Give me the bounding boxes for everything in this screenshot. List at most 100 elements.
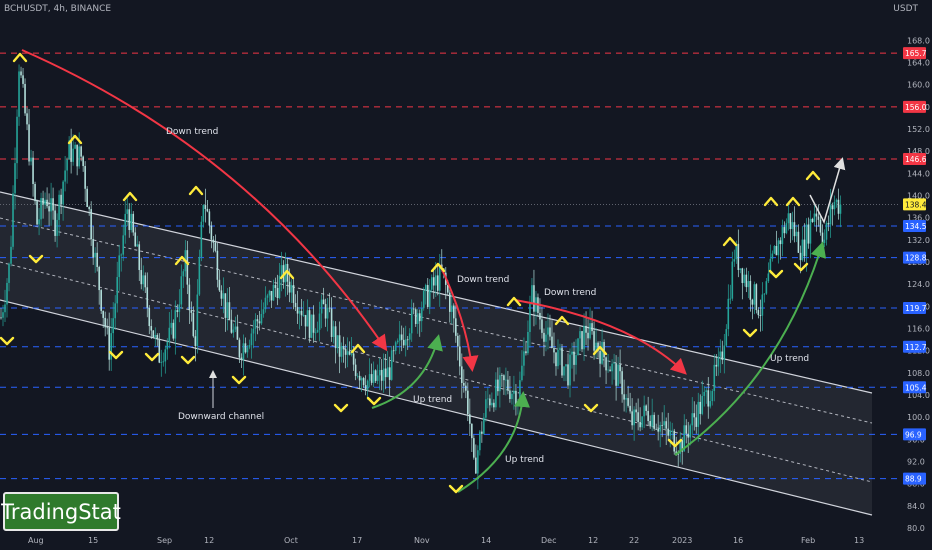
candle-body	[192, 312, 195, 337]
candle-body	[795, 231, 798, 237]
candle-body	[575, 355, 577, 365]
candle-body	[416, 313, 419, 324]
candle-body	[296, 307, 299, 314]
candle-body	[280, 265, 283, 276]
candle-body	[707, 390, 710, 407]
candle-body	[459, 346, 461, 367]
candle-body	[823, 239, 826, 244]
candle-body	[771, 253, 774, 259]
candle-body	[320, 299, 323, 314]
candle-body	[134, 232, 137, 247]
candle-body	[88, 207, 90, 210]
candle-body	[517, 401, 519, 407]
y-tick-label: 168.0	[907, 36, 930, 45]
candle-body	[128, 209, 131, 231]
y-tick-label: 116.0	[907, 325, 930, 334]
level-label: 119.7	[905, 304, 927, 313]
candle-body	[214, 242, 217, 251]
candle-body	[342, 346, 345, 350]
candle-body	[182, 271, 185, 277]
annotation-down-trend-2: Down trend	[457, 275, 509, 285]
candle-body	[222, 293, 225, 299]
candle-body	[334, 326, 337, 349]
level-label: 134.5	[905, 222, 927, 231]
candle-body	[382, 368, 385, 381]
candle-body	[611, 363, 613, 372]
candle-body	[244, 343, 247, 353]
annotation-up-trend-1: Up trend	[413, 395, 452, 405]
x-tick-label: Dec	[541, 536, 556, 545]
chevron-up-icon	[763, 196, 779, 207]
candle-body	[809, 218, 812, 244]
candle-body	[70, 140, 72, 162]
level-label: 128.8	[905, 254, 927, 263]
candle-body	[44, 199, 46, 205]
candle-body	[785, 223, 788, 234]
candle-body	[74, 144, 76, 149]
candle-body	[372, 370, 375, 383]
candle-body	[549, 327, 551, 337]
candle-body	[623, 394, 625, 400]
candle-body	[699, 401, 702, 414]
candle-body	[380, 369, 383, 381]
candle-body	[591, 323, 593, 332]
x-tick-label: 12	[588, 536, 598, 545]
candle-body	[156, 334, 159, 340]
candle-body	[523, 351, 525, 366]
candle-body	[96, 252, 98, 268]
candle-body	[539, 312, 541, 320]
candle-body	[78, 146, 80, 167]
candle-body	[565, 364, 567, 367]
candle-body	[242, 343, 245, 360]
candle-body	[152, 330, 155, 338]
candle-body	[172, 322, 175, 339]
candle-body	[631, 411, 633, 426]
candle-body	[651, 414, 653, 427]
candle-body	[761, 294, 764, 316]
candle-body	[571, 351, 573, 355]
candle-body	[473, 438, 475, 458]
candle-body	[533, 285, 535, 312]
candle-body	[174, 310, 177, 339]
candle-body	[717, 356, 720, 367]
candle-body	[376, 375, 379, 381]
candle-body	[392, 350, 395, 352]
candle-body	[58, 194, 60, 220]
candle-body	[743, 274, 746, 284]
x-tick-label: 22	[629, 536, 639, 545]
candle-body	[747, 281, 750, 288]
candle-body	[114, 303, 117, 319]
candle-body	[555, 352, 557, 367]
candle-body	[356, 375, 359, 377]
symbol-header: BCHUSDT, 4h, BINANCE	[4, 4, 112, 14]
brand-logo: TradingStat	[1, 492, 121, 531]
candle-body	[731, 261, 734, 299]
candle-body	[226, 302, 229, 318]
candle-body	[310, 314, 313, 338]
candle-body	[773, 246, 776, 254]
candle-body	[543, 332, 545, 342]
candle-body	[80, 146, 82, 157]
x-tick-label: 17	[352, 536, 362, 545]
candle-body	[589, 323, 591, 339]
candle-body	[426, 285, 429, 307]
candle-body	[647, 410, 649, 422]
candle-body	[94, 252, 96, 258]
candle-body	[210, 225, 213, 240]
candle-body	[831, 205, 834, 210]
candle-body	[749, 281, 752, 300]
candle-body	[819, 219, 822, 233]
candle-body	[360, 378, 363, 381]
candle-body	[739, 268, 742, 270]
candle-body	[451, 305, 453, 312]
candle-body	[332, 326, 335, 337]
price-chart[interactable]: 80.084.088.092.096.0100.0104.0108.0112.0…	[0, 0, 932, 550]
candle-body	[428, 289, 431, 307]
candle-body	[581, 331, 583, 350]
candle-body	[545, 334, 547, 342]
candle-body	[513, 390, 515, 394]
y-tick-label: 160.0	[907, 81, 930, 90]
candle-body	[278, 275, 281, 299]
candle-body	[54, 210, 56, 236]
y-tick-label: 124.0	[907, 280, 930, 289]
